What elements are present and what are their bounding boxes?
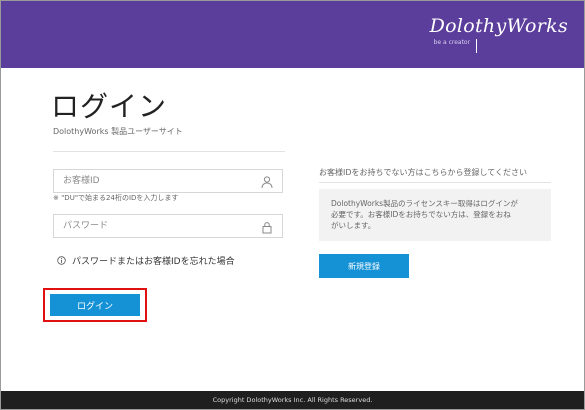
- license-info-text-line1: DolothyWorks製品のライセンスキー取得はログインが: [331, 199, 518, 208]
- divider: [319, 182, 551, 183]
- page-frame: DolothyWorks be a creator ログイン DolothyWo…: [0, 0, 585, 410]
- info-icon: [57, 256, 66, 265]
- license-info-box: DolothyWorks製品のライセンスキー取得はログインが 必要です。お客様I…: [319, 189, 551, 241]
- brand-tagline: be a creator: [433, 39, 471, 46]
- login-button[interactable]: ログイン: [50, 294, 140, 316]
- register-note: お客様IDをお持ちでない方はこちらから登録してください: [319, 168, 528, 177]
- customer-id-hint: ※ "DU"で始まる24桁のIDを入力します: [53, 194, 179, 202]
- password-field[interactable]: [53, 214, 283, 238]
- customer-id-field[interactable]: [53, 169, 283, 193]
- divider: [53, 151, 285, 152]
- password-input[interactable]: [54, 215, 263, 237]
- brand-logo[interactable]: DolothyWorks be a creator: [429, 15, 568, 53]
- site-footer: Copyright DolothyWorks Inc. All Rights R…: [1, 391, 584, 409]
- brand-divider: [475, 39, 477, 53]
- copyright-text: Copyright DolothyWorks Inc. All Rights R…: [212, 396, 373, 404]
- site-header: DolothyWorks be a creator: [1, 1, 584, 68]
- forgot-credentials-link[interactable]: パスワードまたはお客様IDを忘れた場合: [57, 254, 235, 267]
- license-info-text-line2: 必要です。お客様IDをお持ちでない方は、登録をおね: [331, 210, 511, 219]
- brand-name: DolothyWorks: [429, 15, 568, 37]
- license-info-text-line3: がいします。: [331, 221, 376, 230]
- page-title: ログイン: [51, 90, 168, 123]
- user-icon: [260, 174, 274, 189]
- forgot-link-label: パスワードまたはお客様IDを忘れた場合: [72, 257, 235, 267]
- page-subtitle: DolothyWorks 製品ユーザーサイト: [53, 127, 183, 136]
- register-button[interactable]: 新規登録: [319, 254, 409, 278]
- customer-id-input[interactable]: [54, 170, 263, 192]
- lock-icon: [260, 219, 274, 234]
